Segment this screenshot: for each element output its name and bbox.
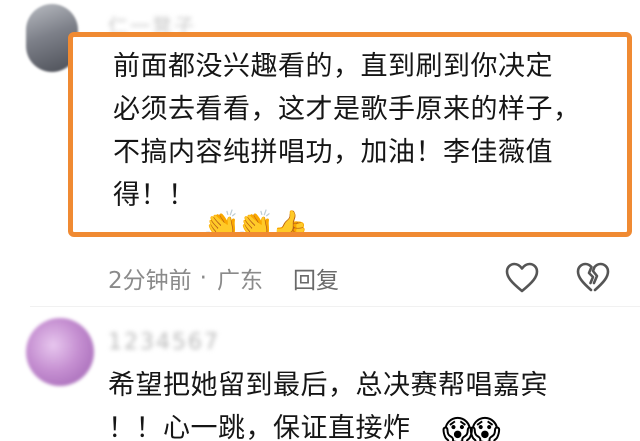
comment-meta: 2分钟前 · 广东 回复 — [108, 258, 339, 298]
reaction-emojis: 👏👏👍 — [203, 209, 309, 237]
highlight-frame: 前面都没兴趣看的，直到刷到你决定 必须去看看，这才是歌手原来的样子， 不搞内容纯… — [68, 32, 632, 237]
timestamp: 2分钟前 — [108, 268, 192, 294]
comment-feed: 仁一凳子 前面都没兴趣看的，直到刷到你决定 必须去看看，这才是歌手原来的样子， … — [0, 0, 640, 441]
separator-dot: · — [199, 265, 207, 291]
reply-button[interactable]: 回复 — [293, 261, 339, 295]
username[interactable]: 1234567 — [108, 330, 220, 358]
comment-text: 前面都没兴趣看的，直到刷到你决定 必须去看看，这才是歌手原来的样子， 不搞内容纯… — [113, 51, 581, 211]
broken-heart-icon[interactable] — [576, 262, 610, 294]
avatar[interactable] — [26, 318, 94, 386]
heart-outline-icon[interactable] — [505, 262, 539, 294]
comment-text: 希望把她留到最后，总决赛帮唱嘉宾 ！！心一跳，保证直接炸 — [108, 370, 548, 441]
comment-divider — [30, 306, 640, 307]
reaction-emojis: 😱😱 — [442, 414, 501, 441]
location: 广东 — [216, 268, 263, 294]
